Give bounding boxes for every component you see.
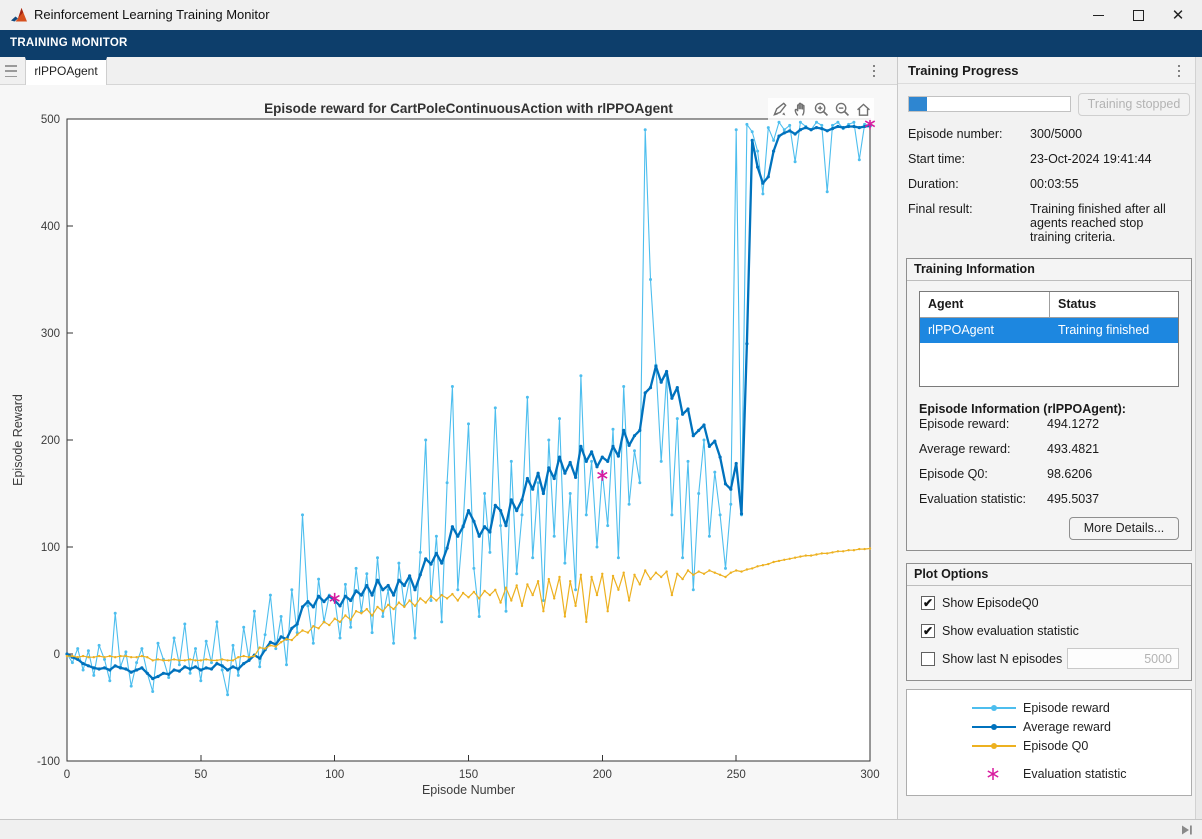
panel-menu-icon[interactable] bbox=[1170, 62, 1188, 80]
training-progress-bar bbox=[908, 96, 1071, 112]
legend-entry-episode-q0: Episode Q0 bbox=[907, 737, 1191, 755]
title-bar: Reinforcement Learning Training Monitor … bbox=[0, 0, 1202, 30]
axes-toolbar bbox=[768, 98, 874, 120]
episode-q0-row: Episode Q0: 98.6206 bbox=[919, 467, 1181, 481]
panel-title: Training Progress bbox=[908, 57, 1019, 84]
svg-text:100: 100 bbox=[325, 769, 344, 781]
rl-training-monitor-window: { "window": { "title": "Reinforcement Le… bbox=[0, 0, 1202, 839]
brush-icon[interactable] bbox=[769, 99, 789, 119]
status-cell: Training finished bbox=[1050, 318, 1178, 343]
minimize-button[interactable] bbox=[1078, 0, 1118, 30]
status-bar bbox=[0, 819, 1202, 839]
svg-text:200: 200 bbox=[41, 435, 60, 447]
progress-fill bbox=[909, 97, 927, 111]
ribbon: TRAINING MONITOR bbox=[0, 30, 1202, 57]
svg-text:400: 400 bbox=[41, 221, 60, 233]
svg-text:0: 0 bbox=[54, 649, 60, 661]
agents-table: Agent Status rlPPOAgent Training finishe… bbox=[919, 291, 1179, 387]
close-icon: ✕ bbox=[1172, 8, 1185, 23]
pan-hand-icon[interactable] bbox=[790, 99, 810, 119]
tab-strip-menu-icon[interactable] bbox=[865, 62, 883, 80]
svg-text:300: 300 bbox=[41, 328, 60, 340]
show-last-n-episodes-option: Show last N episodes bbox=[921, 646, 1062, 672]
svg-text:300: 300 bbox=[860, 769, 879, 781]
episode-information-title: Episode Information (rlPPOAgent): bbox=[919, 402, 1126, 416]
panel-header: Training Progress bbox=[898, 57, 1202, 84]
svg-text:Episode Reward: Episode Reward bbox=[11, 394, 25, 486]
close-button[interactable]: ✕ bbox=[1158, 0, 1198, 30]
agent-cell: rlPPOAgent bbox=[920, 318, 1050, 343]
tab-list-icon[interactable] bbox=[5, 65, 17, 77]
minimize-icon bbox=[1093, 15, 1104, 16]
svg-text:150: 150 bbox=[459, 769, 478, 781]
show-last-n-episodes-checkbox[interactable] bbox=[921, 652, 935, 666]
show-evaluation-statistic-label[interactable]: Show evaluation statistic bbox=[942, 624, 1079, 638]
average-reward-row: Average reward: 493.4821 bbox=[919, 442, 1181, 456]
duration-row: Duration: 00:03:55 bbox=[908, 177, 1190, 191]
window-title: Reinforcement Learning Training Monitor bbox=[34, 0, 270, 30]
svg-text:100: 100 bbox=[41, 542, 60, 554]
legend-entry-episode-reward: Episode reward bbox=[907, 699, 1191, 717]
plot-options-title: Plot Options bbox=[907, 564, 1191, 586]
zoom-in-icon[interactable] bbox=[811, 99, 831, 119]
svg-text:0: 0 bbox=[64, 769, 70, 781]
last-n-episodes-input[interactable] bbox=[1067, 648, 1179, 669]
asterisk-marker-icon bbox=[986, 767, 1000, 781]
final-result-row: Final result: Training finished after al… bbox=[908, 202, 1190, 244]
show-evaluation-statistic-checkbox[interactable]: ✔ bbox=[921, 624, 935, 638]
svg-text:250: 250 bbox=[727, 769, 746, 781]
episode-number-row: Episode number: 300/5000 bbox=[908, 127, 1190, 141]
svg-text:50: 50 bbox=[194, 769, 207, 781]
home-icon[interactable] bbox=[853, 99, 873, 119]
zoom-out-icon[interactable] bbox=[832, 99, 852, 119]
figure-panel: 0 50 100 150 200 250 300 -100 0 100 200 300 400 500 Ep… bbox=[0, 85, 897, 819]
legend-entry-average-reward: Average reward bbox=[907, 718, 1191, 736]
svg-text:-100: -100 bbox=[37, 756, 60, 768]
agent-column-header: Agent bbox=[920, 292, 1050, 317]
legend-entry-evaluation-statistic: Evaluation statistic bbox=[907, 765, 1191, 783]
maximize-button[interactable] bbox=[1118, 0, 1158, 30]
show-episodeq0-checkbox[interactable]: ✔ bbox=[921, 596, 935, 610]
panel-resize-gutter[interactable] bbox=[1195, 57, 1202, 819]
show-evaluation-statistic-option: ✔ Show evaluation statistic bbox=[921, 618, 1079, 644]
status-column-header: Status bbox=[1050, 292, 1178, 317]
evaluation-statistic-row: Evaluation statistic: 495.5037 bbox=[919, 492, 1181, 506]
training-stopped-button[interactable]: Training stopped bbox=[1078, 93, 1190, 116]
maximize-icon bbox=[1133, 10, 1144, 21]
svg-text:Episode Number: Episode Number bbox=[422, 783, 515, 797]
training-information-title: Training Information bbox=[907, 259, 1191, 281]
svg-text:500: 500 bbox=[41, 114, 60, 126]
svg-text:200: 200 bbox=[593, 769, 612, 781]
agents-table-header: Agent Status bbox=[920, 292, 1178, 318]
tab-rlppoagent[interactable]: rlPPOAgent bbox=[25, 57, 107, 85]
episode-q0-line-swatch bbox=[972, 745, 1016, 747]
chart-legend: Episode reward Average reward Episode Q0… bbox=[906, 689, 1192, 796]
plot-options-section: Plot Options ✔ Show EpisodeQ0 ✔ Show eva… bbox=[906, 563, 1192, 681]
show-episodeq0-option: ✔ Show EpisodeQ0 bbox=[921, 590, 1039, 616]
show-episodeq0-label[interactable]: Show EpisodeQ0 bbox=[942, 596, 1039, 610]
document-tab-strip: rlPPOAgent bbox=[0, 57, 897, 85]
start-time-row: Start time: 23-Oct-2024 19:41:44 bbox=[908, 152, 1190, 166]
training-progress-panel: Training Progress Training stopped Episo… bbox=[898, 57, 1202, 819]
more-details-button[interactable]: More Details... bbox=[1069, 517, 1179, 540]
svg-text:Episode reward for CartPoleCon: Episode reward for CartPoleContinuousAct… bbox=[264, 101, 673, 116]
training-information-section: Training Information Agent Status rlPPOA… bbox=[906, 258, 1192, 551]
episode-reward-row: Episode reward: 494.1272 bbox=[919, 417, 1181, 431]
matlab-logo-icon bbox=[10, 6, 28, 24]
expand-panel-icon[interactable] bbox=[1180, 823, 1194, 837]
reward-chart[interactable]: 0 50 100 150 200 250 300 -100 0 100 200 300 400 500 Ep… bbox=[0, 85, 897, 819]
episode-reward-line-swatch bbox=[972, 707, 1016, 709]
ribbon-tab-training-monitor[interactable]: TRAINING MONITOR bbox=[10, 30, 128, 57]
show-last-n-episodes-label[interactable]: Show last N episodes bbox=[942, 652, 1062, 666]
average-reward-line-swatch bbox=[972, 726, 1016, 728]
table-row[interactable]: rlPPOAgent Training finished bbox=[920, 318, 1178, 343]
